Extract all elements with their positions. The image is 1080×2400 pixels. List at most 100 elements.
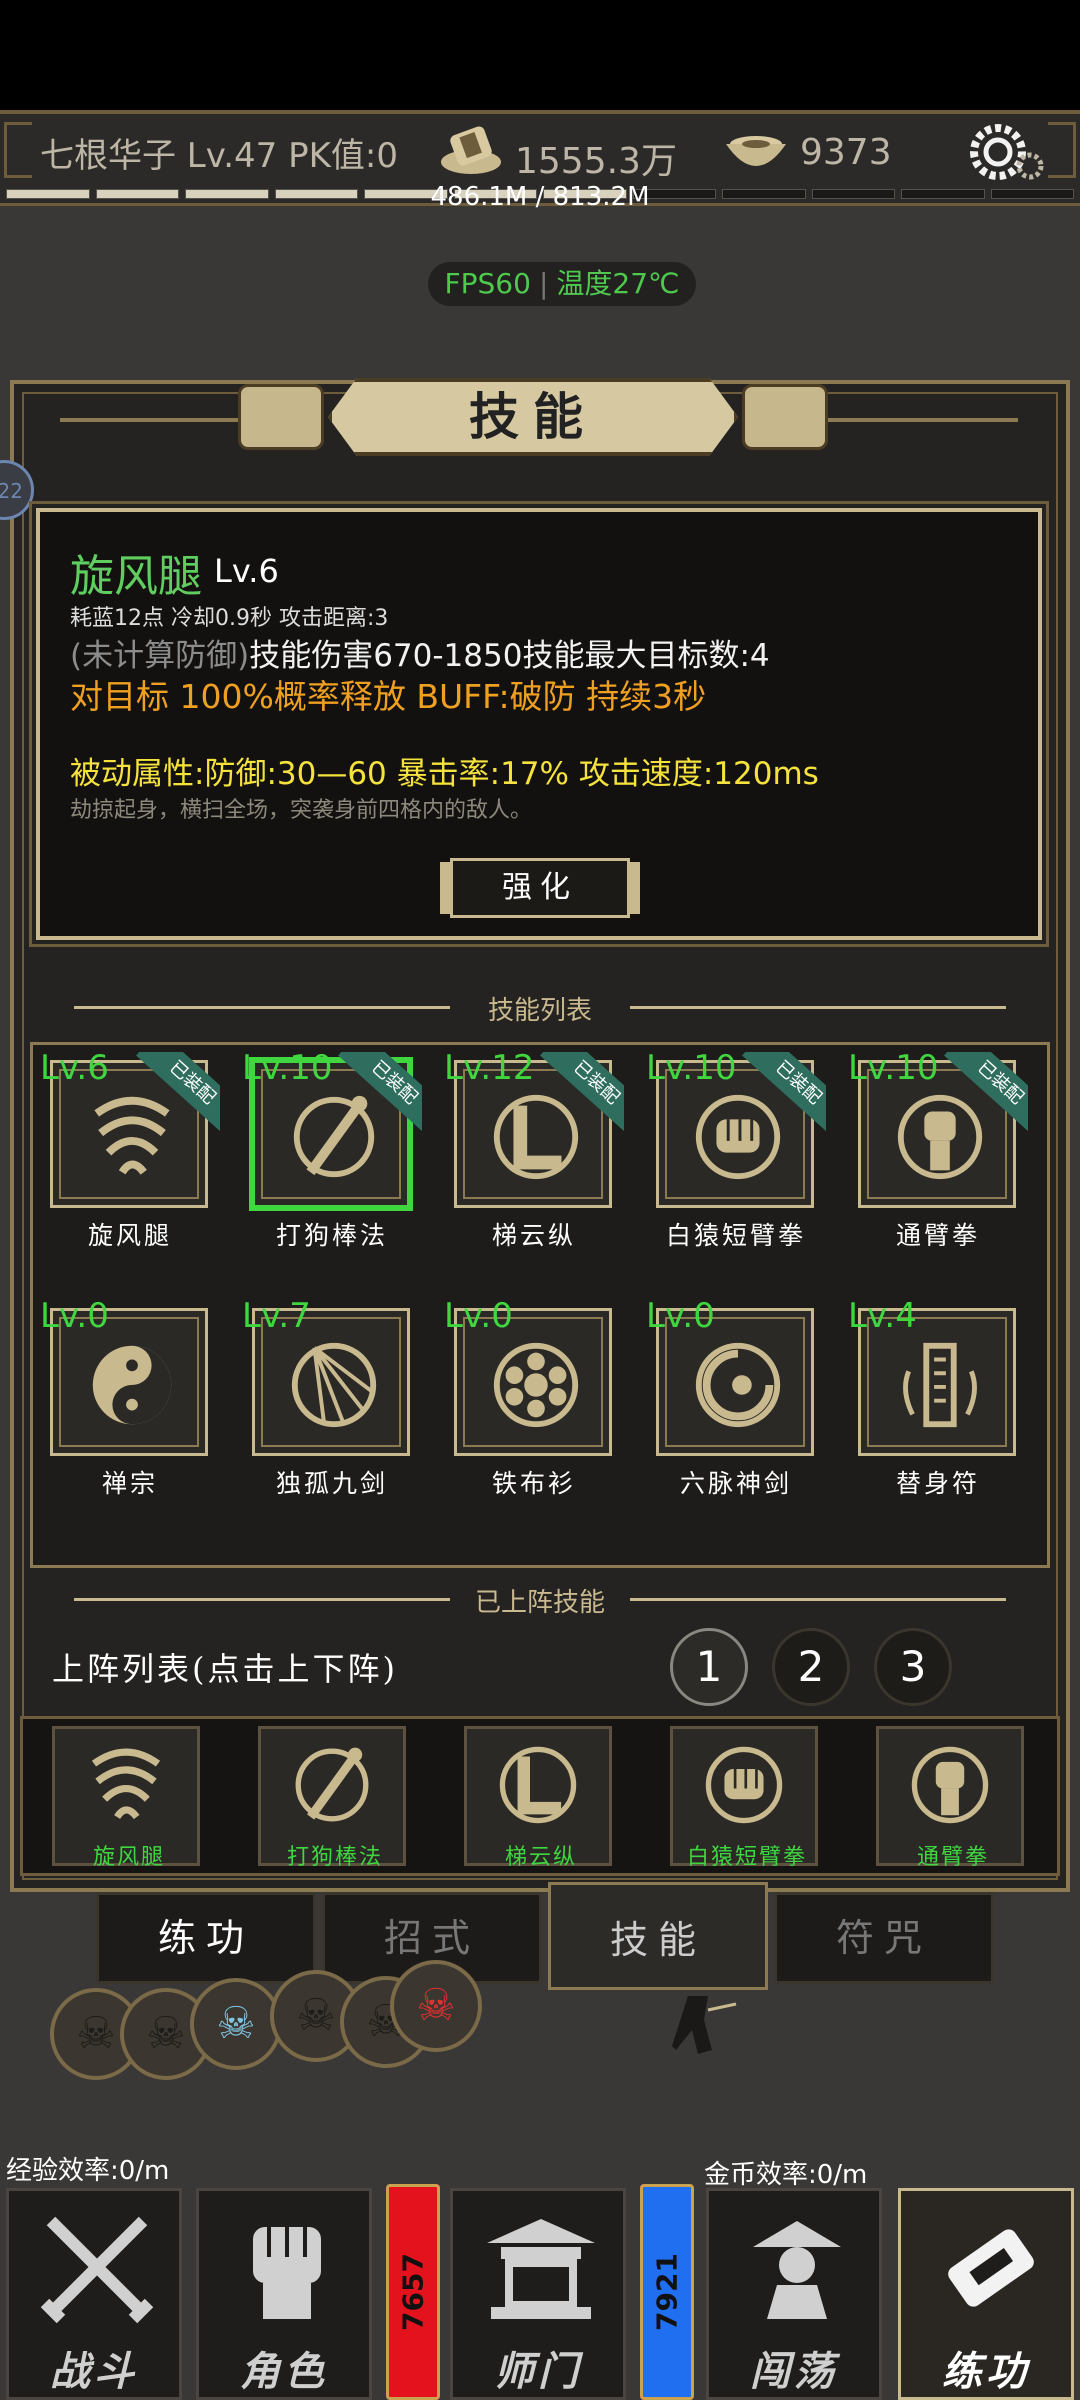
ingot-count: 9373: [800, 132, 892, 173]
damage-note: (未计算防御): [70, 638, 250, 674]
skill-label: 通臂拳: [895, 1221, 980, 1250]
hp-value: 7657: [396, 2253, 430, 2331]
skill-cell[interactable]: Lv.4 替身符: [848, 1296, 1028, 1498]
staff-icon: [295, 1747, 369, 1822]
skill-label: 白猿短臂拳: [665, 1221, 806, 1250]
nav-battle[interactable]: 战斗: [6, 2188, 182, 2400]
lineup-slot[interactable]: 梯云纵: [464, 1726, 612, 1870]
top-bar: 七根华子 Lv.47 PK值:0 1555.3万 9373 486.1M / 8…: [0, 110, 1080, 212]
equipped-ribbon: 已装配: [130, 1052, 220, 1142]
title-ornament: [238, 384, 324, 450]
lineup-slot[interactable]: 通臂拳: [876, 1726, 1024, 1870]
equipped-tag: 已装配: [742, 1052, 826, 1136]
equipped-tag: 已装配: [338, 1052, 422, 1136]
skill-damage: (未计算防御)技能伤害670-1850技能最大目标数:4: [70, 630, 770, 675]
lineup-skill-name: 梯云纵: [504, 1845, 577, 1870]
skill-label: 六脉神剑: [679, 1469, 792, 1498]
skill-level: Lv.4: [848, 1296, 917, 1336]
skill-label: 独孤九剑: [275, 1469, 388, 1498]
yin-yang-icon: [92, 1345, 172, 1425]
skill-list-title: 技能列表: [487, 996, 592, 1026]
raised-fist-icon: [911, 1746, 989, 1824]
skill-label: 禅宗: [101, 1469, 158, 1498]
skill-cell[interactable]: Lv.0 六脉神剑: [646, 1296, 826, 1498]
ingot-icon: [726, 136, 786, 166]
skill-buff: 对目标 100%概率释放 BUFF:破防 持续3秒: [70, 677, 707, 716]
lineup-slot[interactable]: 旋风腿: [52, 1726, 200, 1870]
equipped-tag: 已装配: [136, 1052, 220, 1136]
lineup-skill-name: 打狗棒法: [286, 1845, 383, 1870]
skill-level: Lv.0: [646, 1296, 715, 1336]
player-info: 七根华子 Lv.47 PK值:0: [40, 136, 398, 176]
skill-level: Lv.0: [40, 1296, 109, 1336]
skill-level: Lv.7: [242, 1296, 311, 1336]
vortex-icon: [695, 1342, 781, 1428]
title-text: 技能: [469, 387, 597, 446]
ladder-step-icon: [499, 1746, 577, 1824]
lineup-page-1[interactable]: 1: [670, 1628, 748, 1706]
nav-sect[interactable]: 师门: [450, 2188, 626, 2400]
skill-cell[interactable]: Lv.10 已装配 通臂拳: [848, 1048, 1028, 1250]
skill-cell[interactable]: Lv.10 已装配 打狗棒法: [242, 1048, 422, 1250]
status-bar: [0, 0, 1080, 110]
skill-description: 劫掠起身，横扫全场，突袭身前四格内的敌人。: [70, 798, 533, 823]
skill-meta: 耗蓝12点 冷却0.9秒 攻击距离:3: [70, 606, 389, 631]
lineup-skill-name: 旋风腿: [92, 1845, 165, 1870]
skill-cell[interactable]: Lv.7 独孤九剑: [242, 1296, 422, 1498]
temperature-value: 温度27℃: [556, 267, 680, 300]
fist-icon: [253, 2227, 321, 2319]
equipped-ribbon: 已装配: [534, 1052, 624, 1142]
divider: [74, 1006, 450, 1009]
temple-icon: [487, 2219, 595, 2319]
lineup-page-3[interactable]: 3: [874, 1628, 952, 1706]
divider: [630, 1598, 1006, 1601]
equipped-ribbon: 已装配: [332, 1052, 422, 1142]
nav-label: 角色: [240, 2348, 328, 2395]
enemy-skull-icon: ☠: [190, 1978, 282, 2070]
title-rail: [828, 418, 1018, 422]
lineup-page-2[interactable]: 2: [772, 1628, 850, 1706]
skill-cell[interactable]: Lv.6 已装配 旋风腿: [40, 1048, 220, 1250]
hp-meter: 7657: [386, 2184, 440, 2400]
crossed-swords-icon: [40, 2216, 154, 2324]
skill-cell[interactable]: Lv.0 铁布衫: [444, 1296, 624, 1498]
skill-level: Lv.10: [646, 1048, 737, 1088]
nav-practice[interactable]: 练功: [898, 2188, 1074, 2400]
frame-corner: [4, 122, 32, 178]
scroll-icon: [948, 2229, 1034, 2307]
skill-label: 铁布衫: [491, 1469, 576, 1498]
nav-character[interactable]: 角色: [196, 2188, 372, 2400]
tab-skills[interactable]: 技能: [548, 1882, 768, 1990]
lineup-skill-name: 通臂拳: [916, 1845, 989, 1870]
hero-sprite-icon: [672, 1996, 737, 2054]
skill-label: 替身符: [895, 1469, 980, 1498]
frame-corner: [1048, 122, 1076, 178]
exp-efficiency: 经验效率:0/m: [6, 2156, 170, 2186]
nav-label: 练功: [942, 2348, 1030, 2395]
tab-practice[interactable]: 练功: [96, 1892, 316, 1984]
skill-passive: 被动属性:防御:30—60 暴击率:17% 攻击速度:120ms: [70, 756, 819, 792]
title-ornament: [742, 384, 828, 450]
settings-gear-icon[interactable]: [968, 122, 1048, 186]
equipped-ribbon: 已装配: [736, 1052, 826, 1142]
skill-name: 旋风腿: [70, 551, 202, 602]
skill-cell[interactable]: Lv.10 已装配白猿短臂拳: [646, 1048, 826, 1250]
swordsman-icon: [753, 2221, 841, 2319]
deployed-title: 已上阵技能: [474, 1588, 605, 1618]
lineup-slot[interactable]: 白猿短臂拳: [670, 1726, 818, 1870]
skill-cell[interactable]: Lv.12 已装配 梯云纵: [444, 1048, 624, 1250]
nav-label: 闯荡: [750, 2348, 838, 2395]
nav-adventure[interactable]: 闯荡: [706, 2188, 882, 2400]
enhance-button[interactable]: 强化: [450, 858, 630, 918]
fist-icon: [705, 1746, 783, 1824]
damage-text: 技能伤害670-1850技能最大目标数:4: [249, 638, 770, 674]
tab-talismans[interactable]: 符咒: [774, 1892, 994, 1984]
coin-count: 1555.3万: [515, 141, 677, 182]
sword-rays-icon: [291, 1342, 377, 1428]
lineup-skill-name: 白猿短臂拳: [686, 1845, 807, 1870]
skill-level: Lv.10: [242, 1048, 333, 1088]
skill-cell[interactable]: Lv.0 禅宗: [40, 1296, 220, 1498]
title-rail: [60, 418, 240, 422]
divider: [630, 1006, 1006, 1009]
lineup-slot[interactable]: 打狗棒法: [258, 1726, 406, 1870]
